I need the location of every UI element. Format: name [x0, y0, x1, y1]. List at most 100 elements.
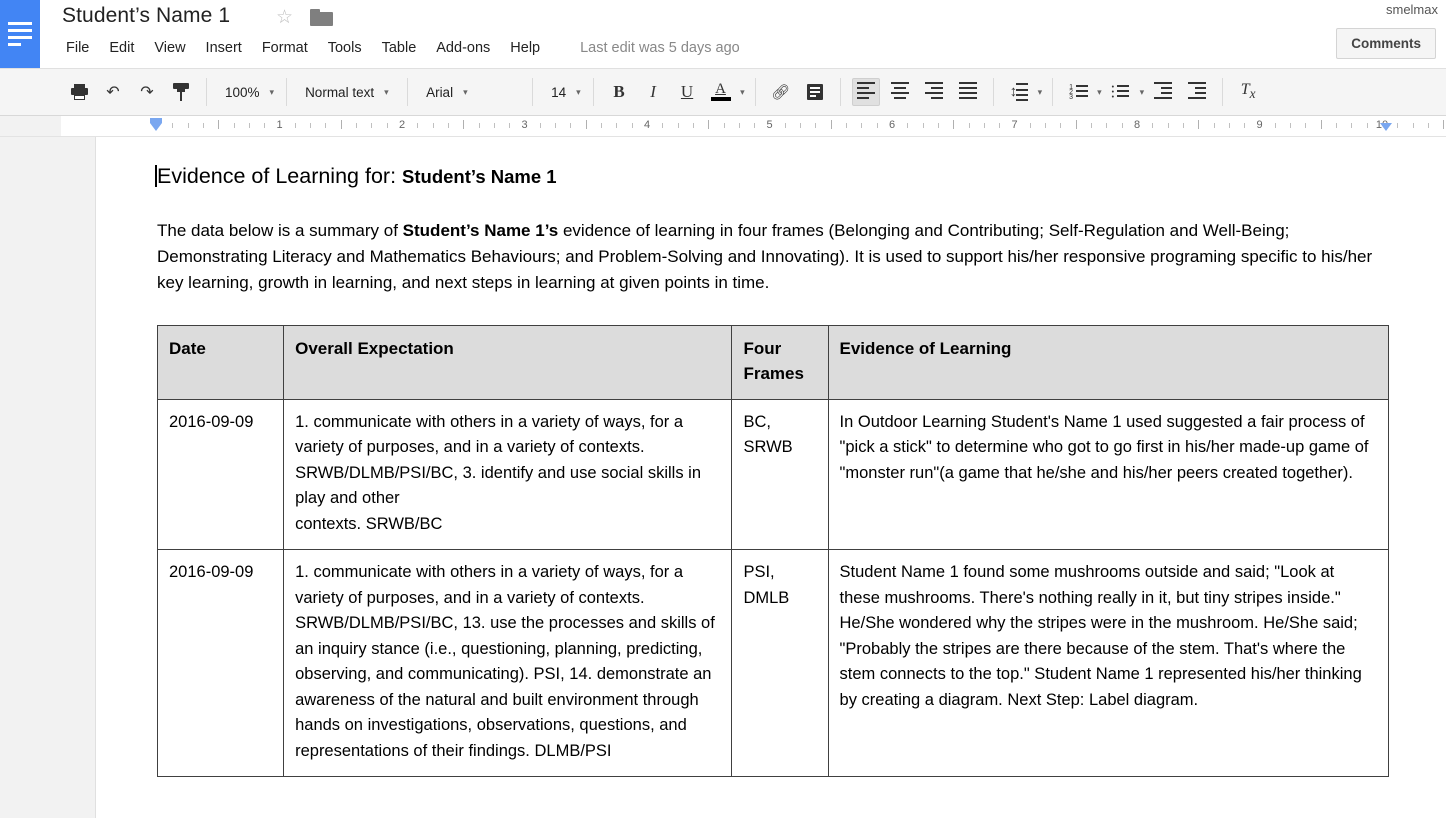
menu-edit[interactable]: Edit: [99, 38, 144, 58]
docs-home-icon[interactable]: [0, 0, 40, 68]
menu-addons[interactable]: Add-ons: [426, 38, 500, 58]
ruler-tick: [386, 123, 388, 128]
ruler-number: 7: [1011, 119, 1018, 131]
align-center-icon[interactable]: [886, 78, 914, 106]
cell-expectation[interactable]: 1. communicate with others in a variety …: [283, 549, 733, 778]
ruler-tick: [1091, 123, 1093, 128]
align-left-icon[interactable]: [851, 78, 880, 106]
chevron-down-icon: ▾: [463, 86, 468, 97]
document-canvas[interactable]: Evidence of Learning for: Student’s Name…: [0, 137, 1446, 818]
ruler-tick: [264, 123, 266, 128]
ruler-tick: [555, 123, 557, 128]
toolbar-divider: [1222, 78, 1224, 106]
menu-view[interactable]: View: [144, 38, 195, 58]
ruler[interactable]: 1 2 3 4 5 6 7 8 9 10: [0, 116, 1446, 137]
cell-four-frames[interactable]: PSI, DMLB: [731, 549, 829, 778]
cell-evidence[interactable]: Student Name 1 found some mushrooms outs…: [827, 549, 1390, 778]
menu-tools[interactable]: Tools: [318, 38, 372, 58]
document-page[interactable]: Evidence of Learning for: Student’s Name…: [96, 137, 1446, 818]
ruler-tick: [708, 120, 710, 129]
comments-button[interactable]: Comments: [1336, 28, 1436, 59]
ruler-tick: [738, 123, 740, 128]
text-cursor: [155, 165, 157, 187]
column-header-date: Date: [156, 324, 285, 400]
table-row[interactable]: 2016-09-09 1. communicate with others in…: [156, 549, 1390, 778]
right-indent-marker[interactable]: [1380, 117, 1392, 131]
chevron-down-icon[interactable]: ▾: [740, 87, 745, 97]
ruler-tick: [1213, 123, 1215, 128]
toolbar-divider: [593, 78, 595, 106]
chevron-down-icon[interactable]: ▾: [1140, 87, 1145, 97]
increase-indent-icon[interactable]: [1183, 78, 1211, 106]
ruler-number: 9: [1256, 119, 1263, 131]
redo-icon[interactable]: ↷: [133, 78, 161, 106]
ruler-tick: [463, 120, 465, 129]
menu-help[interactable]: Help: [500, 38, 550, 58]
print-icon[interactable]: [65, 78, 93, 106]
chevron-down-icon[interactable]: ▾: [1097, 87, 1102, 97]
chevron-down-icon[interactable]: ▾: [1038, 87, 1043, 97]
ruler-tick: [846, 123, 848, 128]
ruler-tick: [1198, 120, 1200, 129]
intro-student-name: Student’s Name 1’s: [402, 220, 559, 240]
cell-expectation[interactable]: 1. communicate with others in a variety …: [283, 398, 733, 551]
ruler-number: 8: [1133, 119, 1141, 131]
toolbar-divider: [286, 78, 288, 106]
ruler-tick: [631, 123, 633, 128]
cell-date[interactable]: 2016-09-09: [156, 549, 285, 778]
line-spacing-icon[interactable]: ↕: [1005, 78, 1033, 106]
folder-icon[interactable]: [310, 9, 334, 26]
evidence-table[interactable]: Date Overall Expectation Four Frames Evi…: [156, 324, 1390, 778]
add-comment-icon[interactable]: [801, 78, 829, 106]
ruler-tick: [876, 123, 878, 128]
last-edit-status[interactable]: Last edit was 5 days ago: [580, 40, 740, 56]
toolbar-divider: [532, 78, 534, 106]
paint-format-icon[interactable]: [167, 78, 195, 106]
ruler-tick: [784, 123, 786, 128]
toolbar-divider: [407, 78, 409, 106]
table-row[interactable]: 2016-09-09 1. communicate with others in…: [156, 398, 1390, 551]
text-color-button[interactable]: A: [707, 78, 735, 106]
ruler-tick: [1075, 120, 1077, 129]
ruler-tick: [1167, 123, 1169, 128]
ruler-tick: [1106, 123, 1108, 128]
align-justify-icon[interactable]: [954, 78, 982, 106]
star-outline-icon[interactable]: ☆: [276, 8, 293, 27]
italic-button[interactable]: I: [639, 78, 667, 106]
link-icon[interactable]: 🔗︎: [767, 78, 795, 106]
cell-date[interactable]: 2016-09-09: [156, 398, 285, 551]
ruler-tick: [585, 120, 587, 129]
bold-button[interactable]: B: [605, 78, 633, 106]
user-name-label: smelmax: [1385, 2, 1438, 17]
ruler-tick: [662, 123, 664, 128]
font-family-dropdown[interactable]: Arial ▾: [416, 78, 524, 106]
ruler-tick: [1443, 120, 1445, 129]
decrease-indent-icon[interactable]: [1149, 78, 1177, 106]
ruler-tick: [218, 120, 220, 129]
left-indent-marker[interactable]: [150, 117, 162, 131]
menu-file[interactable]: File: [62, 38, 99, 58]
ruler-tick: [1045, 123, 1047, 128]
clear-formatting-icon[interactable]: Tx: [1234, 78, 1262, 106]
ruler-tick: [570, 123, 572, 128]
zoom-dropdown[interactable]: 100% ▾: [215, 78, 278, 106]
align-right-icon[interactable]: [920, 78, 948, 106]
document-title[interactable]: Student’s Name 1: [62, 4, 230, 28]
chevron-down-icon: ▾: [384, 86, 389, 97]
underline-button[interactable]: U: [673, 78, 701, 106]
undo-icon[interactable]: ↶: [99, 78, 127, 106]
font-size-dropdown[interactable]: 14 ▾: [541, 78, 585, 106]
cell-evidence[interactable]: In Outdoor Learning Student's Name 1 use…: [827, 398, 1390, 551]
menu-table[interactable]: Table: [372, 38, 427, 58]
ruler-tick: [432, 123, 434, 128]
ruler-tick: [172, 123, 174, 128]
paragraph-style-dropdown[interactable]: Normal text ▾: [295, 78, 399, 106]
ruler-tick: [1351, 123, 1353, 128]
bulleted-list-icon[interactable]: • • •: [1107, 78, 1135, 106]
menu-format[interactable]: Format: [252, 38, 318, 58]
numbered-list-icon[interactable]: 123: [1064, 78, 1092, 106]
font-family-value: Arial: [426, 84, 454, 100]
ruler-tick: [340, 120, 342, 129]
menu-insert[interactable]: Insert: [196, 38, 252, 58]
cell-four-frames[interactable]: BC, SRWB: [731, 398, 829, 551]
